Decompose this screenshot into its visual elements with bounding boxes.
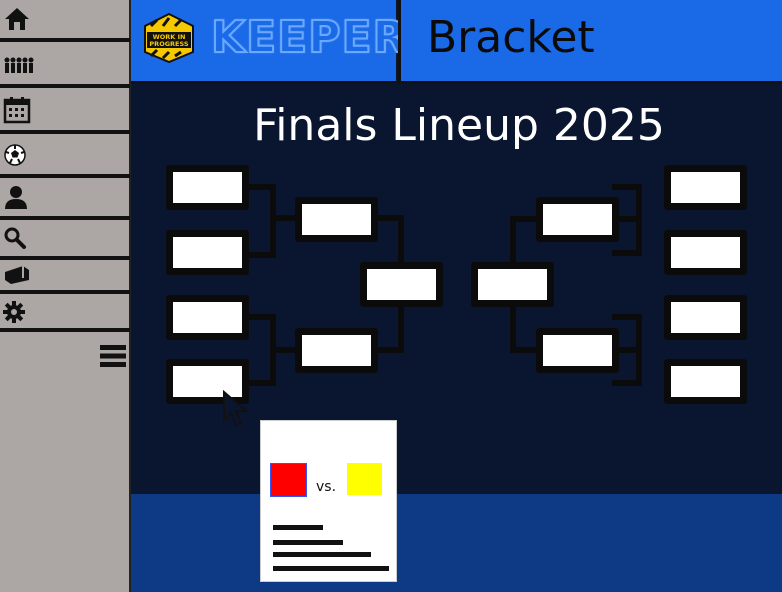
bracket-slot-right-r1-1[interactable] xyxy=(664,165,747,210)
svg-text:PROGRESS: PROGRESS xyxy=(149,40,188,48)
bracket-slot-left-r1-1[interactable] xyxy=(166,165,249,210)
bracket-slot-right-r1-3[interactable] xyxy=(664,295,747,340)
bracket-slot-right-r2-2[interactable] xyxy=(536,328,619,373)
bracket-slot-right-final[interactable] xyxy=(471,262,554,307)
bracket-slot-left-r1-2[interactable] xyxy=(166,230,249,275)
bracket-slot-left-r2-1[interactable] xyxy=(295,197,378,242)
bracket-slot-right-r1-4[interactable] xyxy=(664,359,747,404)
team-a-swatch[interactable] xyxy=(270,463,307,497)
sidebar-item-home[interactable] xyxy=(0,0,130,42)
ticket-icon xyxy=(5,266,29,284)
bracket-slot-left-final[interactable] xyxy=(360,262,443,307)
match-detail-line xyxy=(273,540,343,545)
bracket-connector xyxy=(510,304,516,353)
logo-wordmark: KEEPER xyxy=(210,11,408,64)
match-detail-line xyxy=(273,525,323,530)
sidebar-item-settings[interactable] xyxy=(0,294,130,332)
match-detail-line xyxy=(273,566,389,571)
home-icon xyxy=(5,8,29,30)
bracket-connector xyxy=(510,216,516,266)
bracket-connector xyxy=(270,347,298,353)
sidebar-item-profile[interactable] xyxy=(0,178,130,220)
sidebar xyxy=(0,0,131,592)
gear-icon xyxy=(3,301,25,323)
search-icon xyxy=(4,227,26,249)
logo-header[interactable]: WORK IN PROGRESS KEEPER xyxy=(131,0,407,83)
page-header: Bracket xyxy=(398,0,782,83)
work-in-progress-badge: WORK IN PROGRESS xyxy=(144,12,194,64)
sidebar-item-tickets[interactable] xyxy=(0,260,130,294)
bracket-slot-left-r1-3[interactable] xyxy=(166,295,249,340)
bracket-slot-right-r1-2[interactable] xyxy=(664,230,747,275)
bracket-slot-right-r2-1[interactable] xyxy=(536,197,619,242)
sidebar-item-search[interactable] xyxy=(0,220,130,260)
sidebar-item-team[interactable] xyxy=(0,42,130,88)
bracket-connector xyxy=(270,184,276,258)
match-detail-line xyxy=(273,552,371,557)
page-header-title: Bracket xyxy=(427,12,595,63)
footer-panel xyxy=(131,494,782,592)
bracket-slot-left-r2-2[interactable] xyxy=(295,328,378,373)
bracket-connector xyxy=(270,215,298,221)
mouse-cursor-icon xyxy=(223,390,249,427)
bracket-title: Finals Lineup 2025 xyxy=(253,100,665,151)
team-icon xyxy=(4,57,34,73)
menu-icon[interactable] xyxy=(100,344,126,368)
matchup-card[interactable]: vs. xyxy=(260,420,397,582)
user-icon xyxy=(5,186,27,209)
team-b-swatch[interactable] xyxy=(347,463,382,495)
vs-label: vs. xyxy=(316,479,337,495)
bracket-connector xyxy=(398,302,404,353)
